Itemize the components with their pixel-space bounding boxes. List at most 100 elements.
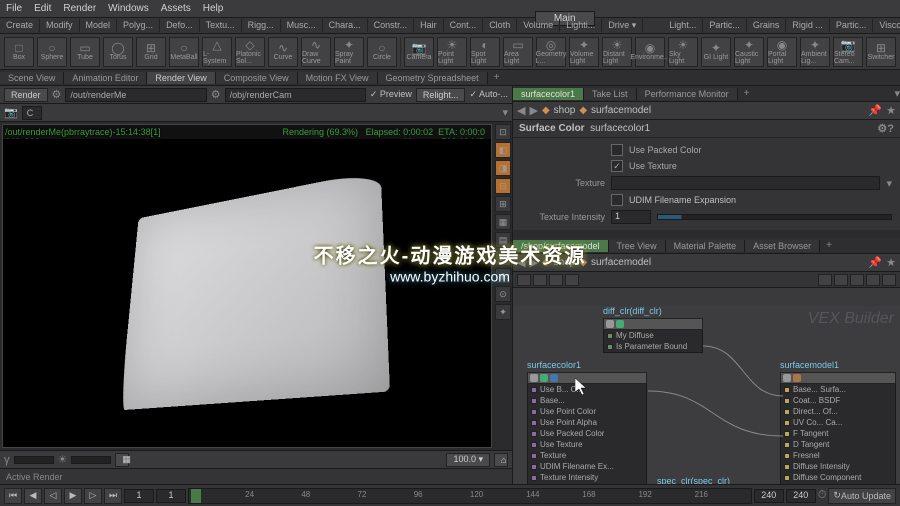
shelf-tab[interactable]: Volume	[517, 19, 560, 32]
tab-assetbrowser[interactable]: Asset Browser	[745, 240, 820, 252]
shelf-tab[interactable]: Polyg...	[117, 19, 160, 32]
add-viewtab-icon[interactable]: +	[488, 71, 506, 84]
node-param-row[interactable]: UV Co... Ca...	[781, 417, 895, 428]
shelf-button[interactable]: ☀Sky Light	[668, 37, 698, 67]
view-tab[interactable]: Composite View	[216, 72, 298, 84]
timeline-ruler[interactable]: 24487296120144168192216	[188, 488, 752, 504]
relight-button[interactable]: Relight...	[416, 88, 466, 102]
render-settings-icon[interactable]: ⚙	[52, 88, 62, 101]
node-param-row[interactable]: Subsurface Albedo	[781, 483, 895, 484]
node-param-row[interactable]: Use B... C...	[528, 384, 646, 395]
shelf-button[interactable]: ◉Portal Light	[767, 37, 797, 67]
tab-surfacecolor[interactable]: surfacecolor1	[513, 88, 584, 100]
sidebar-tool-4[interactable]: ⊟	[495, 178, 511, 194]
playback-first-icon[interactable]: ⏮	[4, 488, 22, 504]
shelf-button[interactable]: ⊞Grid	[136, 37, 166, 67]
shelf-button[interactable]: ⊞Switcher	[866, 37, 896, 67]
gamma-icon[interactable]: γ	[4, 454, 10, 466]
render-button[interactable]: Render	[4, 88, 48, 102]
shelf-tab[interactable]: Cont...	[444, 19, 484, 32]
tab-treeview[interactable]: Tree View	[609, 240, 666, 252]
menu-edit[interactable]: Edit	[34, 3, 51, 14]
node-param-row[interactable]: Base...	[528, 395, 646, 406]
render-rop-path[interactable]: /out/renderMe	[65, 88, 206, 102]
node-param-row[interactable]: Is Parameter Bound	[604, 341, 702, 352]
add-tab-icon[interactable]: +	[738, 87, 756, 100]
end-frame-input[interactable]: 240	[754, 489, 784, 503]
shelf-tab[interactable]: Lighti...	[560, 19, 602, 32]
menu-file[interactable]: File	[6, 3, 22, 14]
param-gear-icon[interactable]: ⚙	[877, 122, 887, 135]
node-param-row[interactable]: UDIM Filename Ex...	[528, 461, 646, 472]
realtime-icon[interactable]: ⏱	[818, 489, 827, 502]
view-tab[interactable]: Scene View	[0, 72, 64, 84]
shelf-button[interactable]: △L-System	[202, 37, 232, 67]
node-tool-r5[interactable]	[882, 274, 896, 286]
menu-assets[interactable]: Assets	[161, 3, 191, 14]
camera-settings-icon[interactable]: ⚙	[211, 88, 221, 101]
shelf-button[interactable]: □Box	[4, 37, 34, 67]
node-param-row[interactable]: D Tangent	[781, 439, 895, 450]
shelf-tab[interactable]: Musc...	[281, 19, 323, 32]
node-star-icon[interactable]: ★	[886, 256, 896, 269]
sidebar-tool-1[interactable]: ⊡	[495, 124, 511, 140]
node-param-row[interactable]: Use Packed Color	[528, 428, 646, 439]
use-packed-color-check[interactable]	[611, 144, 623, 156]
shelf-button[interactable]: 📷Camera	[404, 37, 434, 67]
sidebar-tool-11[interactable]: ✦	[495, 304, 511, 320]
node-param-row[interactable]: Use Point Color	[528, 406, 646, 417]
sidebar-tool-10[interactable]: ⊙	[495, 286, 511, 302]
shelf-button[interactable]: ∿Curve	[268, 37, 298, 67]
sidebar-tool-6[interactable]: ▦	[495, 214, 511, 230]
param-help-icon[interactable]: ★	[886, 104, 896, 117]
node-param-row[interactable]: Direct... Of...	[781, 406, 895, 417]
shelf-button[interactable]: ✦GI Light	[701, 37, 731, 67]
node-param-row[interactable]: Use Point Alpha	[528, 417, 646, 428]
view-tab[interactable]: Render View	[147, 72, 215, 84]
sidebar-tool-8[interactable]: ⊡	[495, 250, 511, 266]
node-path-shop[interactable]: shop	[554, 257, 576, 268]
node-param-row[interactable]: My Diffuse	[604, 330, 702, 341]
sidebar-tool-3[interactable]: ◨	[495, 160, 511, 176]
node-param-row[interactable]: Texture Intensity	[528, 472, 646, 483]
param-node-name[interactable]: surfacecolor1	[590, 123, 650, 134]
pin-icon[interactable]: 📌	[868, 104, 882, 117]
node-surfacemodel1[interactable]: surfacemodel1 Base... Surfa...Coat... BS…	[780, 360, 896, 484]
node-diff-clr[interactable]: diff_clr(diff_clr) My DiffuseIs Paramete…	[603, 306, 703, 353]
view-tab[interactable]: Motion FX View	[298, 72, 378, 84]
shelf-tab[interactable]: Grains	[747, 19, 787, 32]
render-camera-path[interactable]: /obj/renderCam	[225, 88, 366, 102]
range-end-input[interactable]: 240	[786, 489, 816, 503]
shelf-button[interactable]: ○Sphere	[37, 37, 67, 67]
node-nav-back-icon[interactable]: ◀	[517, 256, 525, 269]
shelf-tab[interactable]: Light...	[663, 19, 703, 32]
tab-takelist[interactable]: Take List	[584, 88, 637, 100]
nav-back-icon[interactable]: ◀	[517, 104, 525, 117]
zoom-select[interactable]: 100.0 ▾	[446, 453, 490, 467]
shelf-button[interactable]: ◯Torus	[103, 37, 133, 67]
nav-fwd-icon[interactable]: ▶	[529, 104, 537, 117]
shelf-tab[interactable]: Chara...	[323, 19, 368, 32]
preview-toggle[interactable]: ✓ Preview	[370, 89, 412, 100]
texture-input[interactable]	[611, 176, 880, 190]
shelf-button[interactable]: ◐Spot Light	[470, 37, 500, 67]
shelf-button[interactable]: ☀Distant Light	[602, 37, 632, 67]
shelf-button[interactable]: ✦Ambient Lig...	[800, 37, 830, 67]
node-canvas[interactable]: VEX Builder diff_clr(diff_clr) My Diffus…	[513, 306, 900, 484]
shelf-tab[interactable]: Create	[0, 19, 40, 32]
node-tool-r3[interactable]	[850, 274, 864, 286]
playback-play-icon[interactable]: ▶	[64, 488, 82, 504]
node-tool-2[interactable]	[533, 274, 547, 286]
shelf-button[interactable]: ✦Spray Paint	[334, 37, 364, 67]
node-param-row[interactable]: Diffuse Component	[781, 472, 895, 483]
tab-perfmon[interactable]: Performance Monitor	[637, 88, 738, 100]
path-surfacemodel[interactable]: surfacemodel	[591, 105, 651, 116]
shop-icon[interactable]: ◆	[542, 105, 550, 116]
render-viewport[interactable]: /out/renderMe(pbrraytrace)-15:14:38[1] 6…	[2, 124, 492, 448]
view-tab[interactable]: Animation Editor	[64, 72, 147, 84]
shelf-tab[interactable]: Visco...	[873, 19, 900, 32]
shelf-tab[interactable]: Hair	[414, 19, 444, 32]
shelf-button[interactable]: ✦Caustic Light	[734, 37, 764, 67]
menu-help[interactable]: Help	[203, 3, 224, 14]
shelf-button[interactable]: ○MetaBall	[169, 37, 199, 67]
